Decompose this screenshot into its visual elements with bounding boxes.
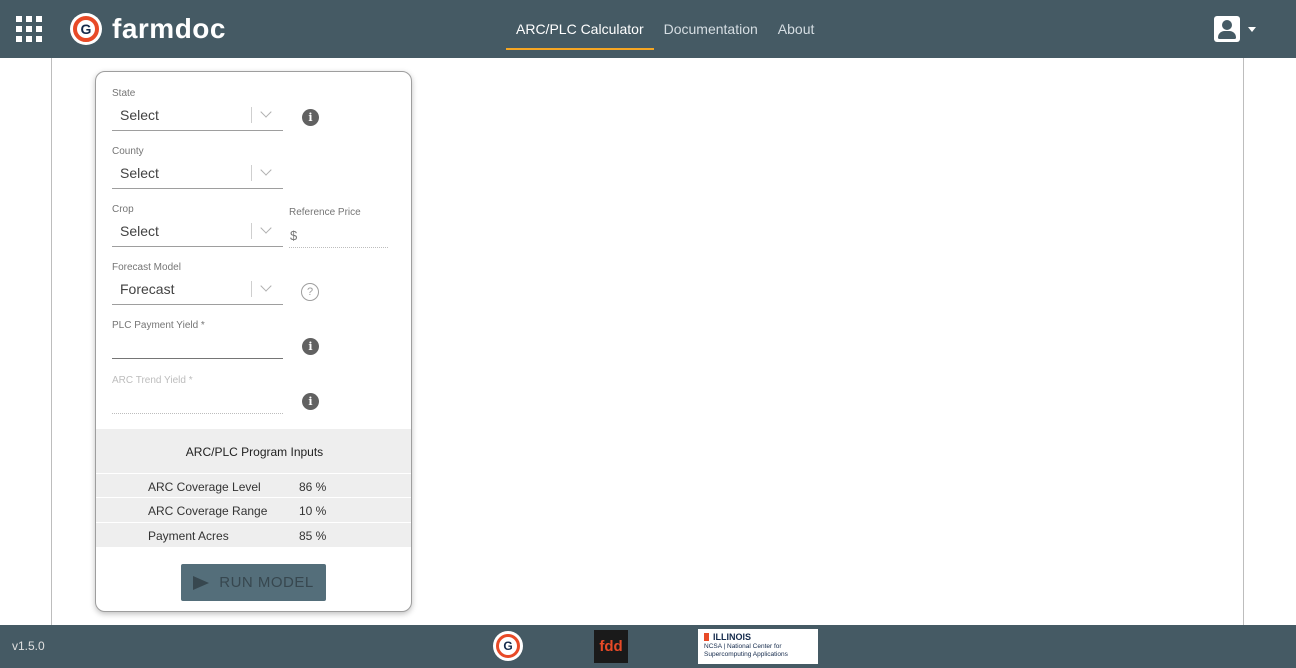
input-form-card: State Select i County Select Crop Select… <box>95 71 412 612</box>
state-select-value: Select <box>120 107 159 123</box>
program-input-label: ARC Coverage Level <box>148 480 261 494</box>
select-separator <box>251 165 252 181</box>
ncsa-title: ILLINOIS <box>713 632 751 642</box>
program-inputs-panel: ARC/PLC Program Inputs ARC Coverage Leve… <box>96 429 411 547</box>
ncsa-subtitle-2: Supercomputing Applications <box>704 651 788 658</box>
program-input-label: Payment Acres <box>148 529 229 543</box>
program-input-row: Payment Acres 85 % <box>96 522 411 546</box>
caret-down-icon <box>1248 26 1256 32</box>
ncsa-illinois-logo[interactable]: ILLINOIS NCSA | National Center for Supe… <box>698 629 818 664</box>
select-separator <box>251 107 252 123</box>
fdd-logo[interactable]: fdd <box>594 630 628 663</box>
app-footer: v1.5.0 G fdd ILLINOIS NCSA | National Ce… <box>0 625 1296 668</box>
plc-payment-yield-label: PLC Payment Yield * <box>112 320 205 331</box>
program-inputs-title: ARC/PLC Program Inputs <box>185 445 324 459</box>
send-arrow-icon <box>193 575 210 590</box>
forecast-model-select[interactable]: Forecast <box>112 275 283 305</box>
account-icon <box>1214 16 1240 42</box>
program-input-value: 10 % <box>299 504 327 518</box>
state-label: State <box>112 88 136 99</box>
currency-prefix: $ <box>290 228 298 243</box>
farmdoc-footer-logo[interactable]: G <box>493 631 523 661</box>
nav-arc-plc-calculator[interactable]: ARC/PLC Calculator <box>506 0 654 58</box>
run-model-button[interactable]: RUN MODEL <box>181 564 326 601</box>
state-select[interactable]: Select <box>112 101 283 131</box>
nav-documentation[interactable]: Documentation <box>654 0 768 58</box>
reference-price-field: $ <box>289 222 388 248</box>
chevron-down-icon <box>260 106 272 118</box>
chevron-down-icon <box>260 222 272 234</box>
main-nav: ARC/PLC Calculator Documentation About <box>506 0 824 58</box>
right-divider <box>1243 58 1244 625</box>
farmdoc-logo[interactable]: G farmdoc <box>70 11 226 47</box>
program-input-row: ARC Coverage Level 86 % <box>96 473 411 497</box>
state-info-icon[interactable]: i <box>302 109 319 126</box>
county-select[interactable]: Select <box>112 159 283 189</box>
illinois-mark-icon <box>704 633 709 641</box>
crop-select[interactable]: Select <box>112 217 283 247</box>
program-input-value: 85 % <box>299 529 327 543</box>
main-content: State Select i County Select Crop Select… <box>0 58 1296 625</box>
chevron-down-icon <box>260 164 272 176</box>
forecast-model-value: Forecast <box>120 281 175 297</box>
reference-price-label: Reference Price <box>289 207 361 218</box>
select-separator <box>251 223 252 239</box>
forecast-help-icon[interactable]: ? <box>301 283 319 301</box>
brand-name: farmdoc <box>112 13 226 44</box>
county-label: County <box>112 146 144 157</box>
program-input-value: 86 % <box>299 480 327 494</box>
ncsa-subtitle-1: NCSA | National Center for <box>704 643 782 650</box>
plc-yield-info-icon[interactable]: i <box>302 338 319 355</box>
arc-trend-yield-label: ARC Trend Yield * <box>112 375 193 386</box>
arc-trend-yield-input[interactable] <box>112 392 283 414</box>
crop-label: Crop <box>112 204 134 215</box>
user-menu-button[interactable] <box>1214 16 1256 42</box>
program-input-label: ARC Coverage Range <box>148 504 268 518</box>
county-select-value: Select <box>120 165 159 181</box>
apps-grid-icon[interactable] <box>16 16 42 42</box>
plc-payment-yield-input[interactable] <box>112 337 283 359</box>
nav-about[interactable]: About <box>768 0 825 58</box>
farmdoc-g-logo-icon: G <box>70 13 102 45</box>
left-divider <box>51 58 52 625</box>
arc-yield-info-icon[interactable]: i <box>302 393 319 410</box>
program-input-row: ARC Coverage Range 10 % <box>96 497 411 521</box>
run-model-label: RUN MODEL <box>219 574 314 591</box>
forecast-model-label: Forecast Model <box>112 262 181 273</box>
app-header: G farmdoc ARC/PLC Calculator Documentati… <box>0 0 1296 58</box>
crop-select-value: Select <box>120 223 159 239</box>
version-label: v1.5.0 <box>12 639 45 653</box>
select-separator <box>251 281 252 297</box>
chevron-down-icon <box>260 280 272 292</box>
